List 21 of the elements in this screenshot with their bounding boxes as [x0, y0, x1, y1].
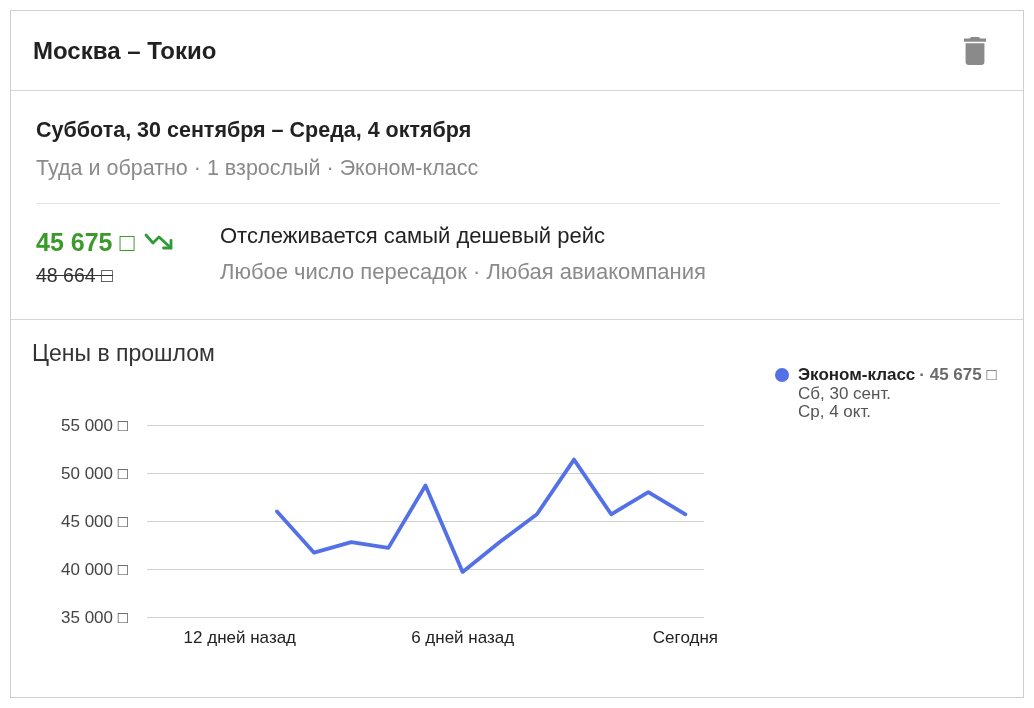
current-price: 45 675 □ — [36, 228, 135, 256]
legend-price: · 45 675 □ — [919, 366, 997, 385]
trip-details: Туда и обратно · 1 взрослый · Эконом-класс — [36, 156, 480, 180]
tracking-filters: Любое число пересадок · Любая авиакомпания — [220, 259, 706, 285]
y-axis-label: 55 000 □ — [61, 416, 128, 435]
trip-dates: Суббота, 30 сентября – Среда, 4 октября — [36, 118, 473, 142]
trash-icon[interactable] — [964, 36, 986, 65]
legend-series-name: Эконом-класс — [798, 366, 916, 385]
chart-title: Цены в прошлом — [32, 340, 215, 366]
previous-price: 48 664 □ — [36, 264, 113, 286]
y-axis-label: 40 000 □ — [61, 560, 128, 579]
x-axis-label: Сегодня — [652, 628, 718, 647]
y-axis-label: 45 000 □ — [61, 512, 128, 531]
route-title: Москва – Токио — [33, 36, 217, 65]
x-axis-label: 12 дней назад — [183, 628, 297, 647]
legend-date: Сб, 30 сент. — [797, 384, 892, 403]
x-axis-label: 6 дней назад — [411, 628, 515, 647]
legend-date: Ср, 4 окт. — [797, 403, 872, 422]
y-axis-label: 35 000 □ — [61, 608, 128, 627]
y-axis-label: 50 000 □ — [61, 464, 128, 483]
tracking-title: Отслеживается самый дешевый рейс — [220, 223, 605, 249]
